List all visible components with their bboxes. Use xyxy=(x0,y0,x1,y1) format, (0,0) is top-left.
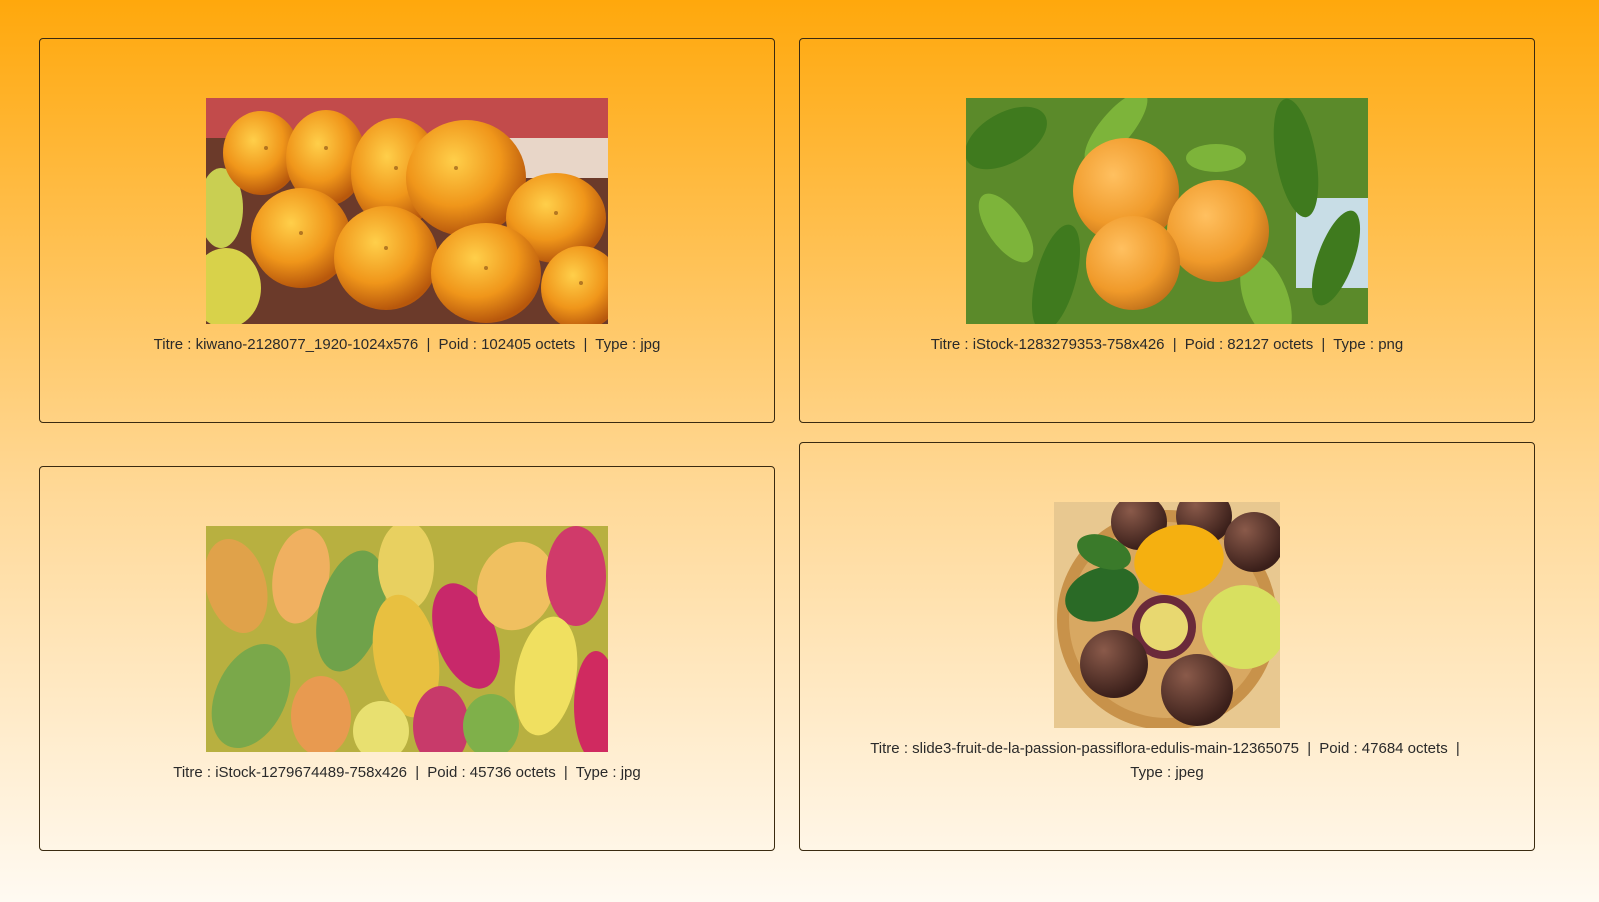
image-title: iStock-1283279353-758x426 xyxy=(972,336,1165,353)
image-caption: Titre : iStock-1283279353-758x426 | Poid… xyxy=(800,333,1534,357)
image-type: jpeg xyxy=(1175,764,1204,781)
type-label: Type : xyxy=(1333,336,1375,353)
kiwano-image xyxy=(206,98,608,324)
image-title: kiwano-2128077_1920-1024x576 xyxy=(195,336,419,353)
image-title: iStock-1279674489-758x426 xyxy=(215,764,408,781)
weight-label: Poid : xyxy=(1319,740,1358,757)
type-label: Type : xyxy=(595,336,637,353)
separator: | xyxy=(1321,336,1326,353)
prickly-pears-image xyxy=(206,526,608,752)
title-label: Titre : xyxy=(173,764,212,781)
title-label: Titre : xyxy=(153,336,192,353)
separator: | xyxy=(1455,740,1460,757)
image-type: png xyxy=(1378,336,1404,353)
image-card: Titre : slide3-fruit-de-la-passion-passi… xyxy=(799,442,1535,851)
title-label: Titre : xyxy=(870,740,908,757)
separator: | xyxy=(426,336,431,353)
image-type: jpg xyxy=(640,336,661,353)
image-type: jpg xyxy=(620,764,641,781)
separator: | xyxy=(1307,740,1312,757)
gallery-page: { "gallery": { "items": [ { "title_label… xyxy=(0,0,1599,902)
image-title: slide3-fruit-de-la-passion-passiflora-ed… xyxy=(912,740,1300,757)
image-weight: 82127 octets xyxy=(1227,336,1314,353)
weight-label: Poid : xyxy=(438,336,477,353)
image-caption: Titre : kiwano-2128077_1920-1024x576 | P… xyxy=(40,333,774,357)
weight-label: Poid : xyxy=(427,764,466,781)
image-card: Titre : kiwano-2128077_1920-1024x576 | P… xyxy=(39,38,775,423)
image-caption: Titre : iStock-1279674489-758x426 | Poid… xyxy=(40,761,774,785)
type-label: Type : xyxy=(1130,764,1172,781)
passion-fruit-image xyxy=(1054,502,1280,728)
separator: | xyxy=(415,764,420,781)
image-card: Titre : iStock-1283279353-758x426 | Poid… xyxy=(799,38,1535,423)
separator: | xyxy=(583,336,588,353)
separator: | xyxy=(563,764,568,781)
title-label: Titre : xyxy=(930,336,969,353)
image-weight: 102405 octets xyxy=(481,336,576,353)
image-weight: 45736 octets xyxy=(469,764,556,781)
oranges-image xyxy=(966,98,1368,324)
separator: | xyxy=(1172,336,1177,353)
type-label: Type : xyxy=(575,764,617,781)
image-card: Titre : iStock-1279674489-758x426 | Poid… xyxy=(39,466,775,851)
weight-label: Poid : xyxy=(1184,336,1224,353)
image-weight: 47684 octets xyxy=(1361,740,1448,757)
image-caption: Titre : slide3-fruit-de-la-passion-passi… xyxy=(800,737,1534,785)
